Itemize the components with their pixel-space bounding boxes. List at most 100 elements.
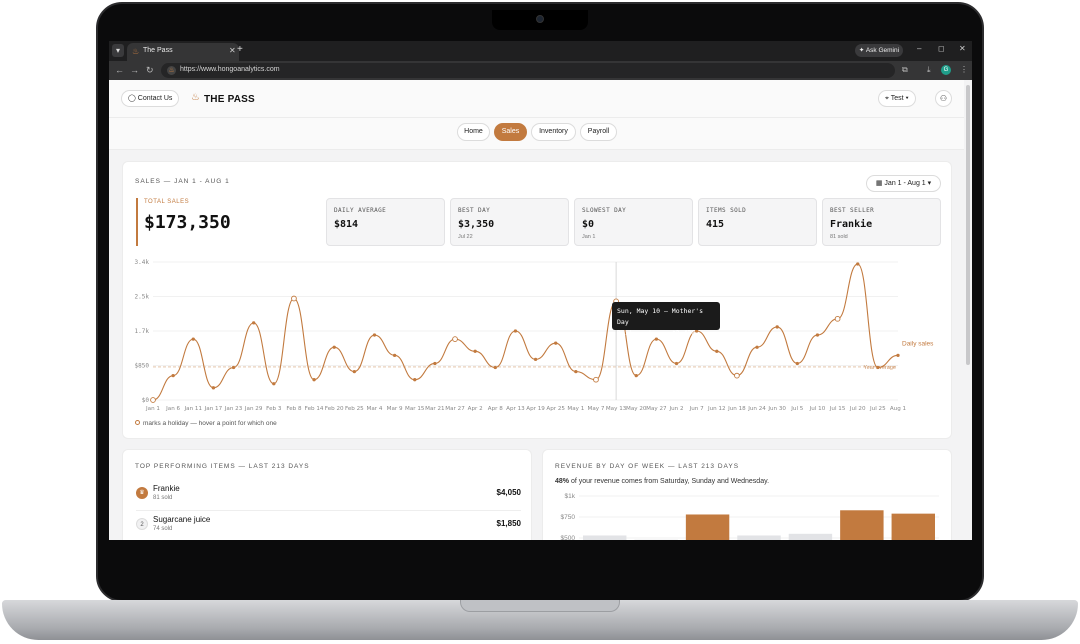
data-point: [513, 329, 518, 333]
item-sub: 81 sold: [153, 495, 173, 501]
revenue-note: 48% of your revenue comes from Saturday,…: [555, 478, 769, 485]
menu-icon[interactable]: ⋮: [960, 65, 968, 74]
stat-label: BEST DAY: [458, 207, 491, 214]
bar: [788, 533, 833, 540]
holiday-point: [593, 376, 599, 383]
contact-us-button[interactable]: ◯ Contact Us: [121, 90, 180, 107]
location-select[interactable]: ⌖ Test ▾: [878, 90, 916, 107]
forward-icon[interactable]: →: [130, 65, 139, 75]
stat-value: $3,350: [458, 219, 495, 230]
holiday-point: [734, 372, 740, 379]
x-tick-label: Apr 13: [506, 406, 525, 412]
x-tick-label: Mar 15: [405, 406, 425, 412]
brand-name: THE PASS: [204, 94, 255, 105]
y-tick-label: $500: [561, 535, 576, 540]
download-icon[interactable]: ⤓: [927, 65, 931, 75]
minimize-icon[interactable]: –: [917, 44, 921, 53]
stat-items-sold: ITEMS SOLD 415: [698, 198, 817, 246]
daily-sales-chart[interactable]: $0 $850 1.7k 2.5k 3.4k Jan 1 Jan 6 Jan 11 Jan 17…: [123, 252, 953, 417]
data-point: [795, 361, 799, 366]
reload-icon[interactable]: ↻: [146, 65, 154, 76]
average-line-label: Year average: [863, 365, 896, 371]
data-point: [372, 333, 377, 337]
browser-tab[interactable]: ♨ The Pass ✕: [127, 43, 239, 61]
gemini-label: Ask Gemini: [865, 47, 900, 54]
app: ◯ Contact Us ♨ THE PASS ⌖ Test ▾ ⚇ Home …: [109, 80, 964, 540]
close-window-icon[interactable]: ✕: [959, 44, 966, 53]
top-items-title: TOP PERFORMING ITEMS — LAST 213 DAYS: [135, 463, 310, 470]
x-tick-label: May 27: [646, 406, 667, 412]
stat-best-day: BEST DAY $3,350 Jul 22: [450, 198, 569, 246]
bar: [583, 535, 627, 540]
data-point: [715, 349, 719, 353]
item-price: $4,050: [496, 488, 521, 497]
tab-payroll[interactable]: Payroll: [580, 123, 617, 141]
x-tick-label: May 7: [588, 406, 605, 412]
close-icon[interactable]: ✕: [229, 46, 236, 55]
site-info-icon[interactable]: ♨: [167, 66, 176, 75]
list-item[interactable]: 2 Sugarcane juice 74 sold $1,850: [136, 512, 521, 540]
x-tick-label: Jan 6: [165, 406, 180, 412]
user-icon[interactable]: ⚇: [935, 90, 952, 107]
app-header: ◯ Contact Us ♨ THE PASS ⌖ Test ▾ ⚇: [109, 80, 964, 118]
tab-title: The Pass: [143, 47, 173, 54]
pin-icon: ⌖: [885, 95, 889, 102]
data-point: [211, 386, 216, 390]
x-tick-label: Feb 20: [325, 406, 344, 412]
list-item[interactable]: ♛ Frankie 81 sold $4,050: [136, 481, 521, 511]
x-tick-label: Aug 1: [890, 406, 907, 412]
data-point: [755, 345, 759, 349]
calendar-icon: ▦: [875, 180, 883, 187]
data-point: [413, 378, 417, 382]
revenue-dow-card: REVENUE BY DAY OF WEEK — LAST 213 DAYS 4…: [542, 449, 952, 540]
y-tick-label: $1k: [565, 493, 576, 500]
x-tick-label: Jul 10: [809, 406, 826, 412]
url-text: https://www.hongoanalytics.com: [180, 66, 280, 73]
trophy-icon: ♛: [136, 487, 148, 499]
new-tab-icon[interactable]: +: [237, 44, 243, 55]
x-tick-label: Apr 2: [468, 406, 483, 412]
stat-slowest-day: SLOWEST DAY $0 Jan 1: [574, 198, 693, 246]
rank-badge: 2: [136, 518, 148, 530]
stat-label: SLOWEST DAY: [582, 207, 627, 214]
x-tick-label: May 13: [606, 406, 627, 412]
tab-sales[interactable]: Sales: [494, 123, 527, 141]
maximize-icon[interactable]: ◻: [938, 44, 945, 53]
browser-toolbar: ← → ↻ ♨ https://www.hongoanalytics.com ⧉…: [109, 61, 972, 80]
x-tick-label: Mar 4: [367, 406, 383, 412]
x-tick-label: May 1: [567, 406, 584, 412]
holiday-legend-text: marks a holiday — hover a point for whic…: [143, 420, 277, 427]
sales-title: SALES — JAN 1 - AUG 1: [135, 178, 230, 185]
address-bar[interactable]: ♨ https://www.hongoanalytics.com: [161, 63, 895, 78]
chevron-down-icon: ▾: [927, 180, 932, 187]
x-tick-label: Feb 25: [345, 406, 364, 412]
x-tick-label: Jun 30: [767, 406, 786, 412]
date-range-button[interactable]: ▦ Jan 1 - Aug 1 ▾: [866, 175, 941, 192]
x-tick-label: Jul 15: [829, 406, 846, 412]
data-point: [533, 357, 538, 362]
tab-label: Home: [464, 128, 483, 135]
scrollbar[interactable]: [966, 85, 970, 365]
ask-gemini-button[interactable]: ✦ Ask Gemini: [855, 44, 903, 57]
tab-home[interactable]: Home: [457, 123, 490, 141]
holiday-legend: marks a holiday — hover a point for whic…: [135, 420, 277, 427]
revenue-note-percent: 48%: [555, 478, 570, 485]
total-sales-label: TOTAL SALES: [144, 199, 190, 205]
data-point: [775, 325, 779, 329]
profile-avatar[interactable]: G: [941, 65, 951, 75]
x-tick-label: Apr 25: [546, 406, 565, 412]
holiday-point: [452, 336, 458, 342]
tab-label: Sales: [501, 128, 520, 135]
data-point: [252, 321, 256, 325]
x-tick-label: Apr 19: [526, 406, 545, 412]
tab-search-icon[interactable]: ▾: [112, 44, 124, 57]
y-tick-label: $850: [135, 363, 150, 370]
extensions-icon[interactable]: ⧉: [902, 65, 908, 75]
tab-inventory[interactable]: Inventory: [531, 123, 576, 141]
x-tick-label: Jul 5: [790, 406, 804, 412]
flame-icon: ♨: [132, 47, 140, 56]
x-tick-label: Jan 29: [244, 406, 263, 412]
back-icon[interactable]: ←: [115, 65, 124, 75]
screen: ▾ ♨ The Pass ✕ + ✦ Ask Gemini – ◻ ✕ ← → …: [109, 41, 972, 540]
x-tick-label: Feb 3: [266, 406, 282, 412]
